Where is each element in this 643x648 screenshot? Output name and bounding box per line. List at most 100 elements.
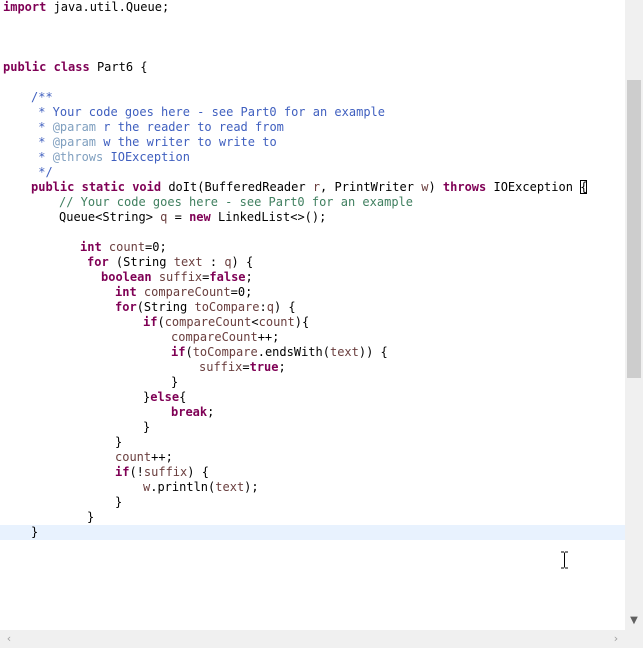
code-token: (!	[129, 465, 144, 479]
code-line-content: if(compareCount<count){	[0, 315, 309, 329]
code-line-content: public class Part6 {	[0, 60, 148, 74]
code-line-content: /**	[0, 90, 53, 104]
vertical-scroll-thumb[interactable]	[627, 80, 641, 378]
code-line[interactable]: }	[0, 525, 625, 540]
code-line[interactable]: compareCount++;	[0, 330, 279, 345]
code-token: ) {	[273, 300, 296, 314]
code-token: )	[428, 180, 443, 194]
code-token: ) {	[231, 255, 254, 269]
code-line[interactable]: if(!suffix) {	[0, 465, 209, 480]
code-token: (String	[108, 255, 174, 269]
code-token: for	[115, 300, 137, 314]
code-token: =	[242, 360, 250, 374]
code-line[interactable]: for(String toCompare:q) {	[0, 300, 296, 315]
code-line[interactable]: int count=0;	[0, 240, 167, 255]
code-line[interactable]	[0, 75, 3, 90]
code-token: java.util.Queue;	[46, 0, 170, 14]
code-line-content: for(String toCompare:q) {	[0, 300, 296, 314]
code-line-content: }	[0, 435, 122, 449]
code-line-content: * @throws IOException	[0, 150, 190, 164]
code-line[interactable]: * @throws IOException	[0, 150, 190, 165]
code-line[interactable]: }	[0, 375, 178, 390]
code-line[interactable]	[0, 15, 3, 30]
code-token: public	[3, 60, 47, 74]
code-line[interactable]: }else{	[0, 390, 186, 405]
code-token: toCompare	[194, 300, 260, 314]
code-token: for	[87, 255, 109, 269]
code-line-content: }	[0, 495, 122, 509]
code-token: int	[80, 240, 102, 254]
code-line[interactable]: Queue<String> q = new LinkedList<>();	[0, 210, 326, 225]
code-line[interactable]: }	[0, 435, 122, 450]
scrollbar-corner	[625, 630, 643, 648]
code-line[interactable]: import java.util.Queue;	[0, 0, 169, 15]
vertical-scrollbar[interactable]: ▼	[625, 0, 643, 630]
code-line[interactable]	[0, 225, 3, 240]
code-line[interactable]: if(compareCount<count){	[0, 315, 309, 330]
code-token: }	[143, 420, 151, 434]
code-line[interactable]: // Your code goes here - see Part0 for a…	[0, 195, 413, 210]
code-line[interactable]: /**	[0, 90, 53, 105]
code-token: :	[202, 255, 225, 269]
code-token: ;	[207, 405, 215, 419]
code-line[interactable]: * Your code goes here - see Part0 for an…	[0, 105, 385, 120]
code-line[interactable]: w.println(text);	[0, 480, 259, 495]
code-line[interactable]: int compareCount=0;	[0, 285, 252, 300]
code-token: if	[143, 315, 158, 329]
code-token: public	[31, 180, 75, 194]
code-token: int	[115, 285, 137, 299]
code-token: ) {	[187, 465, 209, 479]
code-editor[interactable]: import java.util.Queue; public class Part…	[0, 0, 625, 630]
code-line[interactable]: break;	[0, 405, 214, 420]
code-token: ++;	[257, 330, 280, 344]
code-line-content	[0, 15, 3, 29]
code-line-content: */	[0, 165, 52, 179]
code-token: (	[185, 345, 193, 359]
code-token: static	[81, 180, 125, 194]
code-token: false	[209, 270, 246, 284]
code-line[interactable]: * @param r the reader to read from	[0, 120, 284, 135]
code-token: boolean	[101, 270, 152, 284]
code-token: if	[115, 465, 130, 479]
code-token: toCompare	[192, 345, 258, 359]
code-line[interactable]: boolean suffix=false;	[0, 270, 253, 285]
horizontal-scrollbar[interactable]: ‹ ›	[0, 630, 625, 648]
code-token: =	[167, 210, 190, 224]
code-line[interactable]	[0, 30, 3, 45]
code-line-content	[0, 75, 3, 89]
code-line[interactable]: }	[0, 510, 94, 525]
code-line[interactable]: }	[0, 420, 150, 435]
code-line[interactable]: }	[0, 495, 122, 510]
chevron-left-icon[interactable]: ‹	[0, 630, 18, 648]
code-token: (	[157, 315, 165, 329]
code-token: );	[244, 480, 259, 494]
code-line[interactable]: * @param w the writer to write to	[0, 135, 276, 150]
code-line-content: Queue<String> q = new LinkedList<>();	[0, 210, 326, 224]
code-token: IOException	[103, 150, 190, 164]
code-token: compareCount	[171, 330, 258, 344]
code-line[interactable]: for (String text : q) {	[0, 255, 253, 270]
code-line[interactable]: */	[0, 165, 52, 180]
code-line-content: import java.util.Queue;	[0, 0, 169, 14]
code-line-content: w.println(text);	[0, 480, 259, 494]
code-line-content: }	[0, 375, 178, 389]
code-line[interactable]: suffix=true;	[0, 360, 286, 375]
code-line-content: if(toCompare.endsWith(text)) {	[0, 345, 388, 359]
code-token: compareCount	[143, 285, 231, 299]
chevron-down-icon[interactable]: ▼	[625, 612, 643, 630]
code-token: @param	[52, 120, 97, 134]
code-line-content	[0, 45, 3, 59]
code-token: <	[251, 315, 259, 329]
code-line[interactable]: public static void doIt(BufferedReader r…	[0, 180, 588, 195]
chevron-right-icon[interactable]: ›	[607, 630, 625, 648]
code-token: /**	[31, 90, 53, 104]
code-line-content: * @param r the reader to read from	[0, 120, 284, 134]
code-line[interactable]: public class Part6 {	[0, 60, 148, 75]
code-line[interactable]	[0, 45, 3, 60]
code-line-content: * Your code goes here - see Part0 for an…	[0, 105, 385, 119]
code-line[interactable]: if(toCompare.endsWith(text)) {	[0, 345, 388, 360]
code-line[interactable]: count++;	[0, 450, 173, 465]
